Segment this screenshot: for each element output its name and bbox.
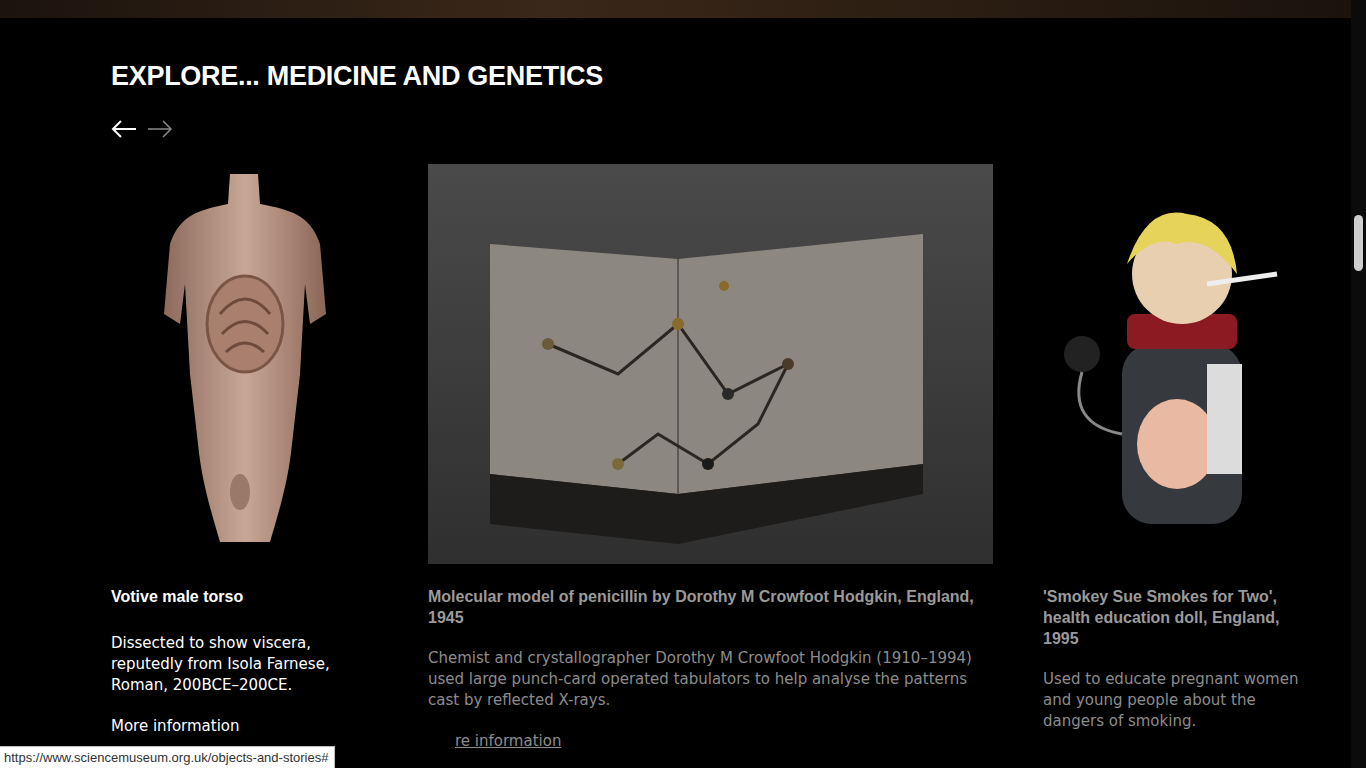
scrollbar-thumb[interactable] [1354,215,1363,271]
status-bar-url: https://www.sciencemuseum.org.uk/objects… [0,746,335,768]
object-image[interactable] [111,164,378,564]
section-title: EXPLORE... MEDICINE AND GENETICS [111,58,1366,94]
prev-arrow-icon[interactable] [111,119,137,139]
card-description: Used to educate pregnant women and young… [1043,669,1310,732]
card-title[interactable]: 'Smokey Sue Smokes for Two', health educ… [1043,586,1310,649]
object-card[interactable]: Molecular model of penicillin by Dorothy… [428,164,993,752]
next-arrow-icon[interactable] [147,119,173,139]
card-description: Dissected to show viscera, reputedly fro… [111,633,378,696]
object-card[interactable]: 'Smokey Sue Smokes for Two', health educ… [1043,164,1310,752]
header-image-strip [0,0,1366,18]
card-title[interactable]: Votive male torso [111,586,378,607]
card-description: Chemist and crystallographer Dorothy M C… [428,648,993,711]
explore-section: EXPLORE... MEDICINE AND GENETICS Votive m… [0,18,1366,752]
card-title[interactable]: Molecular model of penicillin by Dorothy… [428,586,993,628]
more-information-link[interactable]: More information [111,716,378,737]
more-information-link[interactable]: re information [428,731,993,752]
card-carousel: Votive male torso Dissected to show visce… [111,164,1366,752]
carousel-nav [111,114,1366,144]
object-card[interactable]: Votive male torso Dissected to show visce… [111,164,378,752]
object-image[interactable] [1043,164,1310,564]
object-image[interactable] [428,164,993,564]
scrollbar[interactable] [1351,0,1366,768]
